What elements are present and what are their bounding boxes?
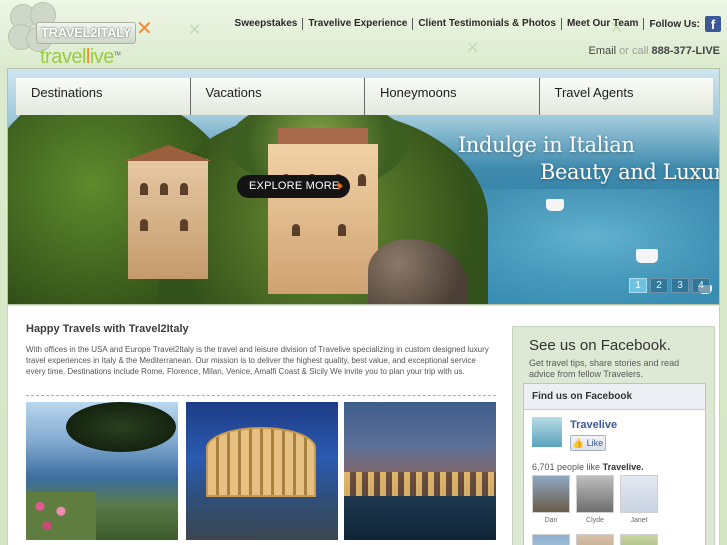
like-count-text: 6,701 people like [532,462,601,472]
travel2italy-logo[interactable]: TRAVEL2ITALY ✕ travelliveTM [6,2,166,69]
facebook-icon[interactable]: f [705,16,721,32]
site-header: TRAVEL2ITALY ✕ travelliveTM ✕ ✕ ✕ Sweeps… [0,0,727,70]
main-nav-destinations[interactable]: Destinations [16,78,191,115]
nav-link-meet-our-team[interactable]: Meet Our Team [562,18,645,30]
villa-window [180,183,188,195]
hero-villa [268,128,378,294]
main-nav-vacations[interactable]: Vacations [190,78,365,115]
avatar [620,475,658,513]
follow-us-label: Follow Us: [649,18,700,30]
section-divider [26,395,496,396]
nav-link-client-testimonials[interactable]: Client Testimonials & Photos [413,18,562,30]
facebook-page-thumbnail[interactable] [532,417,562,447]
fan-name: Janet [630,517,648,524]
facebook-like-count: 6,701 people like Travelive. [532,462,644,472]
facebook-like-box-header[interactable]: Find us on Facebook [524,384,705,410]
fan-avatar[interactable]: Dan [532,475,570,524]
photo-flowers [26,492,96,540]
facebook-fan-faces: Dan Clyde Janet [532,475,658,524]
photo-canal-lights [344,472,496,496]
slide-pager: 1 2 3 4 [629,278,710,293]
or-call-text: or call [619,45,649,57]
slide-dot-3[interactable]: 3 [671,278,689,293]
logo-x-icon: ✕ [136,16,153,40]
avatar [576,475,614,513]
travelive-logo: travelliveTM [40,46,121,69]
hero-villa [124,145,212,279]
fan-avatar[interactable]: Janet [620,475,658,524]
like-label: Like [586,438,604,448]
avatar[interactable] [620,534,658,545]
arrow-right-icon [338,182,343,190]
like-count-page: Travelive. [602,462,644,472]
fan-avatar[interactable]: Clyde [576,475,614,524]
facebook-widget: See us on Facebook. Get travel tips, sha… [512,326,715,545]
decorative-x-icon: ✕ [188,20,202,39]
avatar [532,475,570,513]
slide-dot-2[interactable]: 2 [650,278,668,293]
villa-window [160,183,168,195]
main-nav: Destinations Vacations Honeymoons Travel… [16,78,713,115]
facebook-like-box: Find us on Facebook Travelive 👍 Like 6,7… [523,383,706,545]
logo-badge: TRAVEL2ITALY [36,22,136,44]
contact-line: Email or call 888-377-LIVE [589,45,720,57]
photo-colosseum[interactable] [186,402,338,540]
hero-banner: Indulge in Italian Beauty and Luxury EXP… [7,68,720,305]
thumbs-up-icon: 👍 [572,438,585,448]
photo-venice[interactable] [344,402,496,540]
travelive-logo-suffix: ive [89,46,115,68]
photo-pine-tree [66,402,176,452]
villa-window [338,224,346,236]
intro-paragraph: With offices in the USA and Europe Trave… [26,345,489,376]
photo-amalfi-coast[interactable] [26,402,178,540]
decorative-x-icon: ✕ [466,38,480,57]
email-link[interactable]: Email [589,45,617,57]
nav-link-sweepstakes[interactable]: Sweepstakes [230,18,304,30]
avatar[interactable] [576,534,614,545]
trademark-mark: TM [113,51,121,58]
nav-link-travelive-experience[interactable]: Travelive Experience [303,18,414,30]
travelive-logo-prefix: travel [40,46,86,68]
intro-heading: Happy Travels with Travel2Italy [26,323,189,335]
photo-colosseum-building [206,427,316,497]
boat-icon [636,249,658,263]
villa-window [140,219,148,231]
phone-number[interactable]: 888-377-LIVE [652,45,720,57]
facebook-page-name[interactable]: Travelive [570,419,617,431]
fan-name: Clyde [586,517,604,524]
facebook-fan-faces-row2 [532,534,658,545]
facebook-widget-subtitle: Get travel tips, share stories and read … [529,358,680,379]
explore-more-label: EXPLORE MORE [249,180,340,192]
fan-name: Dan [544,517,558,524]
top-nav: Sweepstakes Travelive Experience Client … [230,14,721,34]
boat-icon [546,199,564,211]
facebook-like-button[interactable]: 👍 Like [570,435,606,451]
main-nav-travel-agents[interactable]: Travel Agents [539,78,713,115]
villa-window [358,174,366,186]
villa-window [180,219,188,231]
explore-more-button[interactable]: EXPLORE MORE [237,175,350,198]
avatar[interactable] [532,534,570,545]
hero-tagline-line2: Beauty and Luxury [540,160,720,184]
slide-dot-1[interactable]: 1 [629,278,647,293]
facebook-widget-title: See us on Facebook. [529,337,671,354]
villa-window [292,224,300,236]
main-nav-honeymoons[interactable]: Honeymoons [365,78,540,115]
main-content: Happy Travels with Travel2Italy With off… [7,306,720,545]
villa-window [140,183,148,195]
slide-dot-4[interactable]: 4 [692,278,710,293]
hero-tagline-line1: Indulge in Italian [458,133,635,157]
